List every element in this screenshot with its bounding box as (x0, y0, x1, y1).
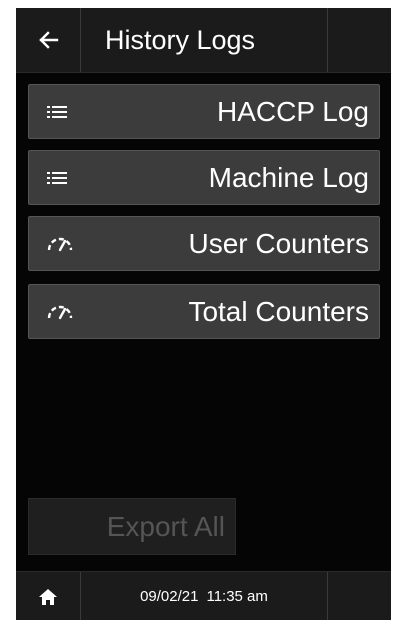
time-text: 11:35 am (206, 588, 268, 605)
haccp-log-button[interactable]: HACCP Log (28, 84, 380, 139)
date-time-display: 09/02/21 11:35 am (81, 572, 327, 620)
list-icon (47, 85, 69, 138)
device-screen: History Logs HACCP Log Machine Log User … (16, 8, 391, 620)
header-right-slot (327, 8, 391, 72)
list-icon (47, 151, 69, 204)
page-title: History Logs (105, 24, 256, 55)
footer-bar: 09/02/21 11:35 am (16, 571, 391, 620)
export-all-button[interactable]: Export All (28, 498, 236, 555)
gauge-icon (47, 285, 73, 338)
gauge-icon (47, 217, 73, 270)
back-button[interactable] (16, 8, 81, 72)
machine-log-label: Machine Log (208, 161, 369, 193)
total-counters-label: Total Counters (188, 295, 369, 327)
home-button[interactable] (16, 572, 81, 620)
footer-right-slot (327, 572, 391, 620)
date-text: 09/02/21 (140, 588, 199, 605)
home-icon (39, 588, 57, 605)
total-counters-button[interactable]: Total Counters (28, 284, 380, 339)
header-bar: History Logs (16, 8, 391, 73)
user-counters-label: User Counters (188, 227, 369, 259)
haccp-log-label: HACCP Log (216, 95, 369, 127)
user-counters-button[interactable]: User Counters (28, 216, 380, 271)
arrow-left-icon (39, 31, 59, 49)
machine-log-button[interactable]: Machine Log (28, 150, 380, 205)
